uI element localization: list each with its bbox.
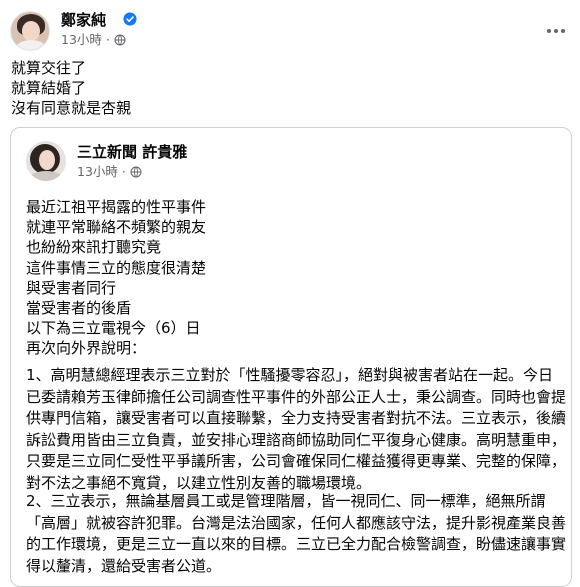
shared-line: 最近江祖平揭露的性平事件 — [26, 198, 207, 216]
statement-paragraph-2: 2、三立表示，無論基層員工或是管理階層，皆一視同仁、同一標準，絕無所謂 「高層」… — [26, 491, 566, 577]
shared-author-name[interactable]: 三立新聞 許貴雅 — [77, 142, 187, 162]
shared-post-card[interactable]: 三立新聞 許貴雅 13小時 · 最近江祖平揭露的性平事件 就連平常聯絡不頻繁的親… — [10, 127, 572, 587]
paragraph-line: 的工作環境，更是三立一直以來的目標。三立已全力配合檢警調查，盼儘速讓事實 — [26, 535, 567, 553]
globe-icon — [130, 166, 142, 178]
shared-post-meta: 13小時 · — [77, 163, 142, 181]
meta-separator: · — [105, 32, 110, 47]
post-message: 就算交往了 就算結婚了 沒有同意就是杏親 — [11, 58, 551, 118]
paragraph-line: 2、三立表示，無論基層員工或是管理階層，皆一視同仁、同一標準，絕無所謂 — [26, 492, 546, 510]
statement-paragraph-1: 1、高明慧總經理表示三立對於「性騷擾零容忍」，絕對與被害者站在一起。今日 已委請… — [26, 365, 566, 494]
post-header: 鄭家純 13小時 · — [10, 9, 570, 53]
shared-line: 當受害者的後盾 — [26, 299, 132, 318]
paragraph-line: 1、高明慧總經理表示三立對於「性騷擾零容忍」，絕對與被害者站在一起。今日 — [26, 366, 554, 384]
shared-line: 也紛紛來訊打聽究竟 — [26, 238, 162, 257]
post-line: 就算交往了 — [11, 59, 87, 77]
shared-line: 以下為三立電視今（6）日 — [26, 319, 201, 338]
post-line: 就算結婚了 — [11, 79, 87, 97]
post-meta: 13小時 · — [61, 31, 126, 49]
more-options-icon[interactable] — [546, 23, 566, 39]
shared-line: 就連平常聯絡不頻繁的親友 — [26, 218, 207, 237]
shared-line: 與受害者同行 — [26, 278, 117, 297]
paragraph-line: 已委請賴芳玉律師擔任公司調查性平事件的外部公正人士，秉公調查。同時也會提 — [26, 387, 567, 406]
globe-icon — [114, 34, 126, 46]
shared-post-intro: 最近江祖平揭露的性平事件 就連平常聯絡不頻繁的親友 也紛紛來訊打聽究竟 這件事情… — [26, 197, 566, 359]
meta-separator: · — [121, 164, 126, 179]
paragraph-line: 「高層」就被容許犯罪。台灣是法治國家，任何人都應該守法，提升影視產業良善 — [26, 513, 567, 532]
paragraph-line: 訴訟費用皆由三立負責，並安排心理諮商師協助同仁平復身心健康。高明慧重申， — [26, 430, 567, 449]
shared-line: 再次向外界說明： — [26, 339, 147, 358]
post-timestamp[interactable]: 13小時 — [61, 31, 102, 49]
paragraph-line: 供專門信箱，讓受害者可以直接聯繫，全力支持受害者對抗不法。三立表示，後續 — [26, 409, 567, 427]
post-line: 沒有同意就是杏親 — [11, 99, 132, 117]
shared-line: 這件事情三立的態度很清楚 — [26, 258, 207, 277]
shared-post-timestamp[interactable]: 13小時 — [77, 163, 118, 181]
shared-author-avatar[interactable] — [26, 141, 66, 181]
verified-badge-icon — [123, 12, 137, 26]
paragraph-line: 只要是三立同仁受性平爭議所害，公司會確保同仁權益獲得更專業、完整的保障， — [26, 452, 567, 470]
author-avatar[interactable] — [10, 11, 50, 51]
author-name[interactable]: 鄭家純 — [61, 10, 106, 30]
paragraph-line: 得以釐清，還給受害者公道。 — [26, 556, 222, 575]
